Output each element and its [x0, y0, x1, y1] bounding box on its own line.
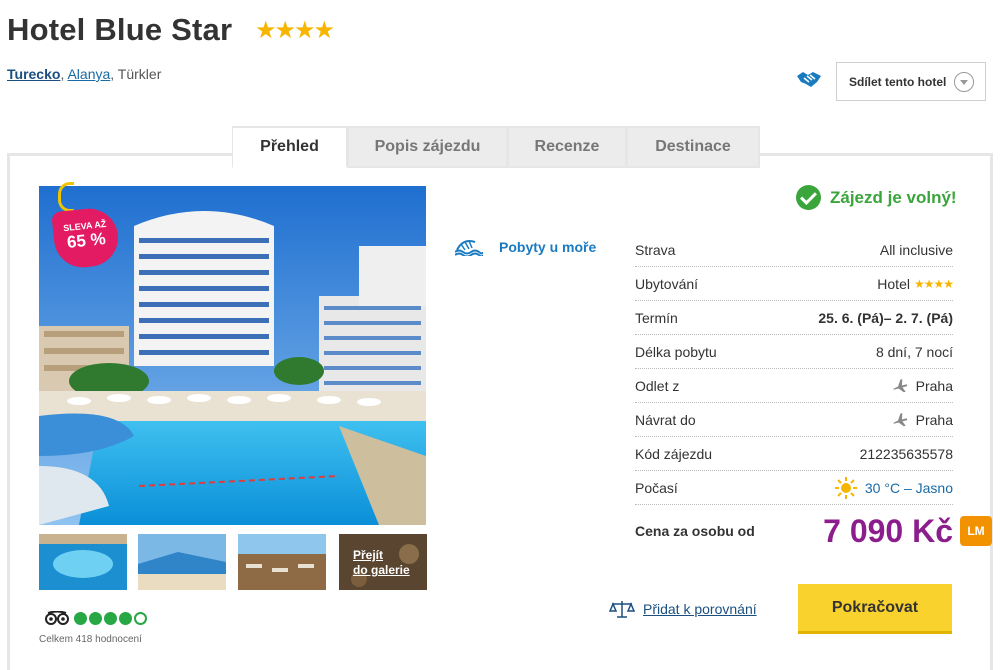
feature-seaside-label: Pobyty u moře — [499, 239, 597, 255]
breadcrumb-area: Türkler — [117, 66, 162, 82]
tab-reviews[interactable]: Recenze — [508, 126, 627, 168]
trip-details: Strava All inclusive Ubytování Hotel ★★★★… — [635, 233, 954, 557]
price-value: 7 090 Kč — [823, 512, 953, 549]
review-count: Celkem 418 hodnocení — [39, 634, 142, 645]
tab-trip-description[interactable]: Popis zájezdu — [348, 126, 508, 168]
hotel-title: Hotel Blue Star — [7, 12, 233, 47]
sun-icon — [834, 476, 857, 499]
detail-value: Praha — [915, 377, 953, 394]
detail-value: 212235635578 — [859, 445, 953, 462]
rating-dot-filled — [119, 611, 132, 625]
open-gallery-link[interactable]: Přejít do galerie — [339, 534, 427, 590]
price-label: Cena za osobu od — [635, 523, 755, 539]
breadcrumb: Turecko, Alanya, Türkler — [7, 66, 162, 82]
sea-icon — [455, 240, 483, 256]
detail-label: Ubytování — [635, 275, 699, 292]
accommodation-stars: ★★★★ — [913, 276, 954, 291]
gallery-link-line1: Přejít — [353, 548, 384, 562]
gallery-link-line2: do galerie — [353, 563, 410, 577]
add-to-compare-label: Přidat k porovnání — [643, 601, 757, 617]
detail-value: 25. 6. (Pá)– 2. 7. (Pá) — [818, 309, 953, 326]
detail-row-board: Strava All inclusive — [635, 233, 953, 267]
detail-row-trip-code: Kód zájezdu 212235635578 — [635, 437, 953, 471]
detail-row-duration: Délka pobytu 8 dní, 7 nocí — [635, 335, 953, 369]
detail-row-weather: Počasí 30 °C – Jasno — [635, 471, 953, 505]
scales-icon — [609, 601, 635, 618]
detail-row-return: Návrat do Praha — [635, 403, 953, 437]
detail-row-date: Termín 25. 6. (Pá)– 2. 7. (Pá) — [635, 301, 953, 335]
detail-label: Odlet z — [635, 377, 680, 394]
gallery-thumbnail[interactable] — [138, 534, 226, 590]
availability-status: Zájezd je volný! — [796, 185, 957, 210]
detail-value: 30 °C – Jasno — [864, 479, 953, 496]
detail-label: Strava — [635, 241, 676, 258]
price-row: Cena za osobu od 7 090 Kč — [635, 505, 953, 557]
gallery-thumbnail[interactable] — [39, 534, 127, 590]
rating-dot-empty — [134, 611, 147, 625]
detail-row-departure: Odlet z Praha — [635, 369, 953, 403]
feature-seaside[interactable]: Pobyty u moře — [455, 238, 596, 256]
continue-button[interactable]: Pokračovat — [798, 584, 952, 634]
detail-value: Hotel — [877, 275, 910, 292]
check-circle-icon — [796, 185, 821, 210]
share-hotel-label: Sdílet tento hotel — [849, 74, 947, 89]
detail-value: Praha — [915, 411, 953, 428]
tab-bar: Přehled Popis zájezdu Recenze Destinace — [232, 126, 760, 169]
add-to-compare-link[interactable]: Přidat k porovnání — [609, 599, 757, 619]
tripadvisor-owl-icon — [45, 611, 69, 625]
hotel-stars: ★★★★ — [255, 17, 335, 44]
detail-value: All inclusive — [879, 241, 953, 258]
chevron-down-icon — [954, 72, 974, 92]
sale-tag-hook — [58, 182, 74, 212]
detail-label: Počasí — [635, 479, 678, 496]
tab-destination[interactable]: Destinace — [627, 126, 760, 168]
availability-status-label: Zájezd je volný! — [830, 187, 957, 207]
gallery-thumbnail[interactable] — [238, 534, 326, 590]
detail-label: Návrat do — [635, 411, 696, 428]
breadcrumb-city-link[interactable]: Alanya — [67, 66, 110, 82]
detail-label: Kód zájezdu — [635, 445, 713, 462]
breadcrumb-country-link[interactable]: Turecko — [7, 66, 60, 82]
rating-dot-filled — [89, 611, 102, 625]
airplane-icon — [893, 412, 907, 426]
detail-row-accommodation: Ubytování Hotel ★★★★ — [635, 267, 954, 301]
handshake-icon[interactable] — [796, 68, 822, 90]
tripadvisor-rating[interactable] — [45, 611, 149, 625]
rating-dot-filled — [104, 611, 117, 625]
detail-label: Délka pobytu — [635, 343, 717, 360]
last-minute-badge: LM — [960, 516, 992, 546]
share-hotel-button[interactable]: Sdílet tento hotel — [836, 62, 986, 101]
airplane-icon — [893, 378, 907, 392]
detail-value: 8 dní, 7 nocí — [875, 343, 953, 360]
detail-label: Termín — [635, 309, 678, 326]
rating-dot-filled — [74, 611, 87, 625]
tab-overview[interactable]: Přehled — [232, 126, 348, 169]
